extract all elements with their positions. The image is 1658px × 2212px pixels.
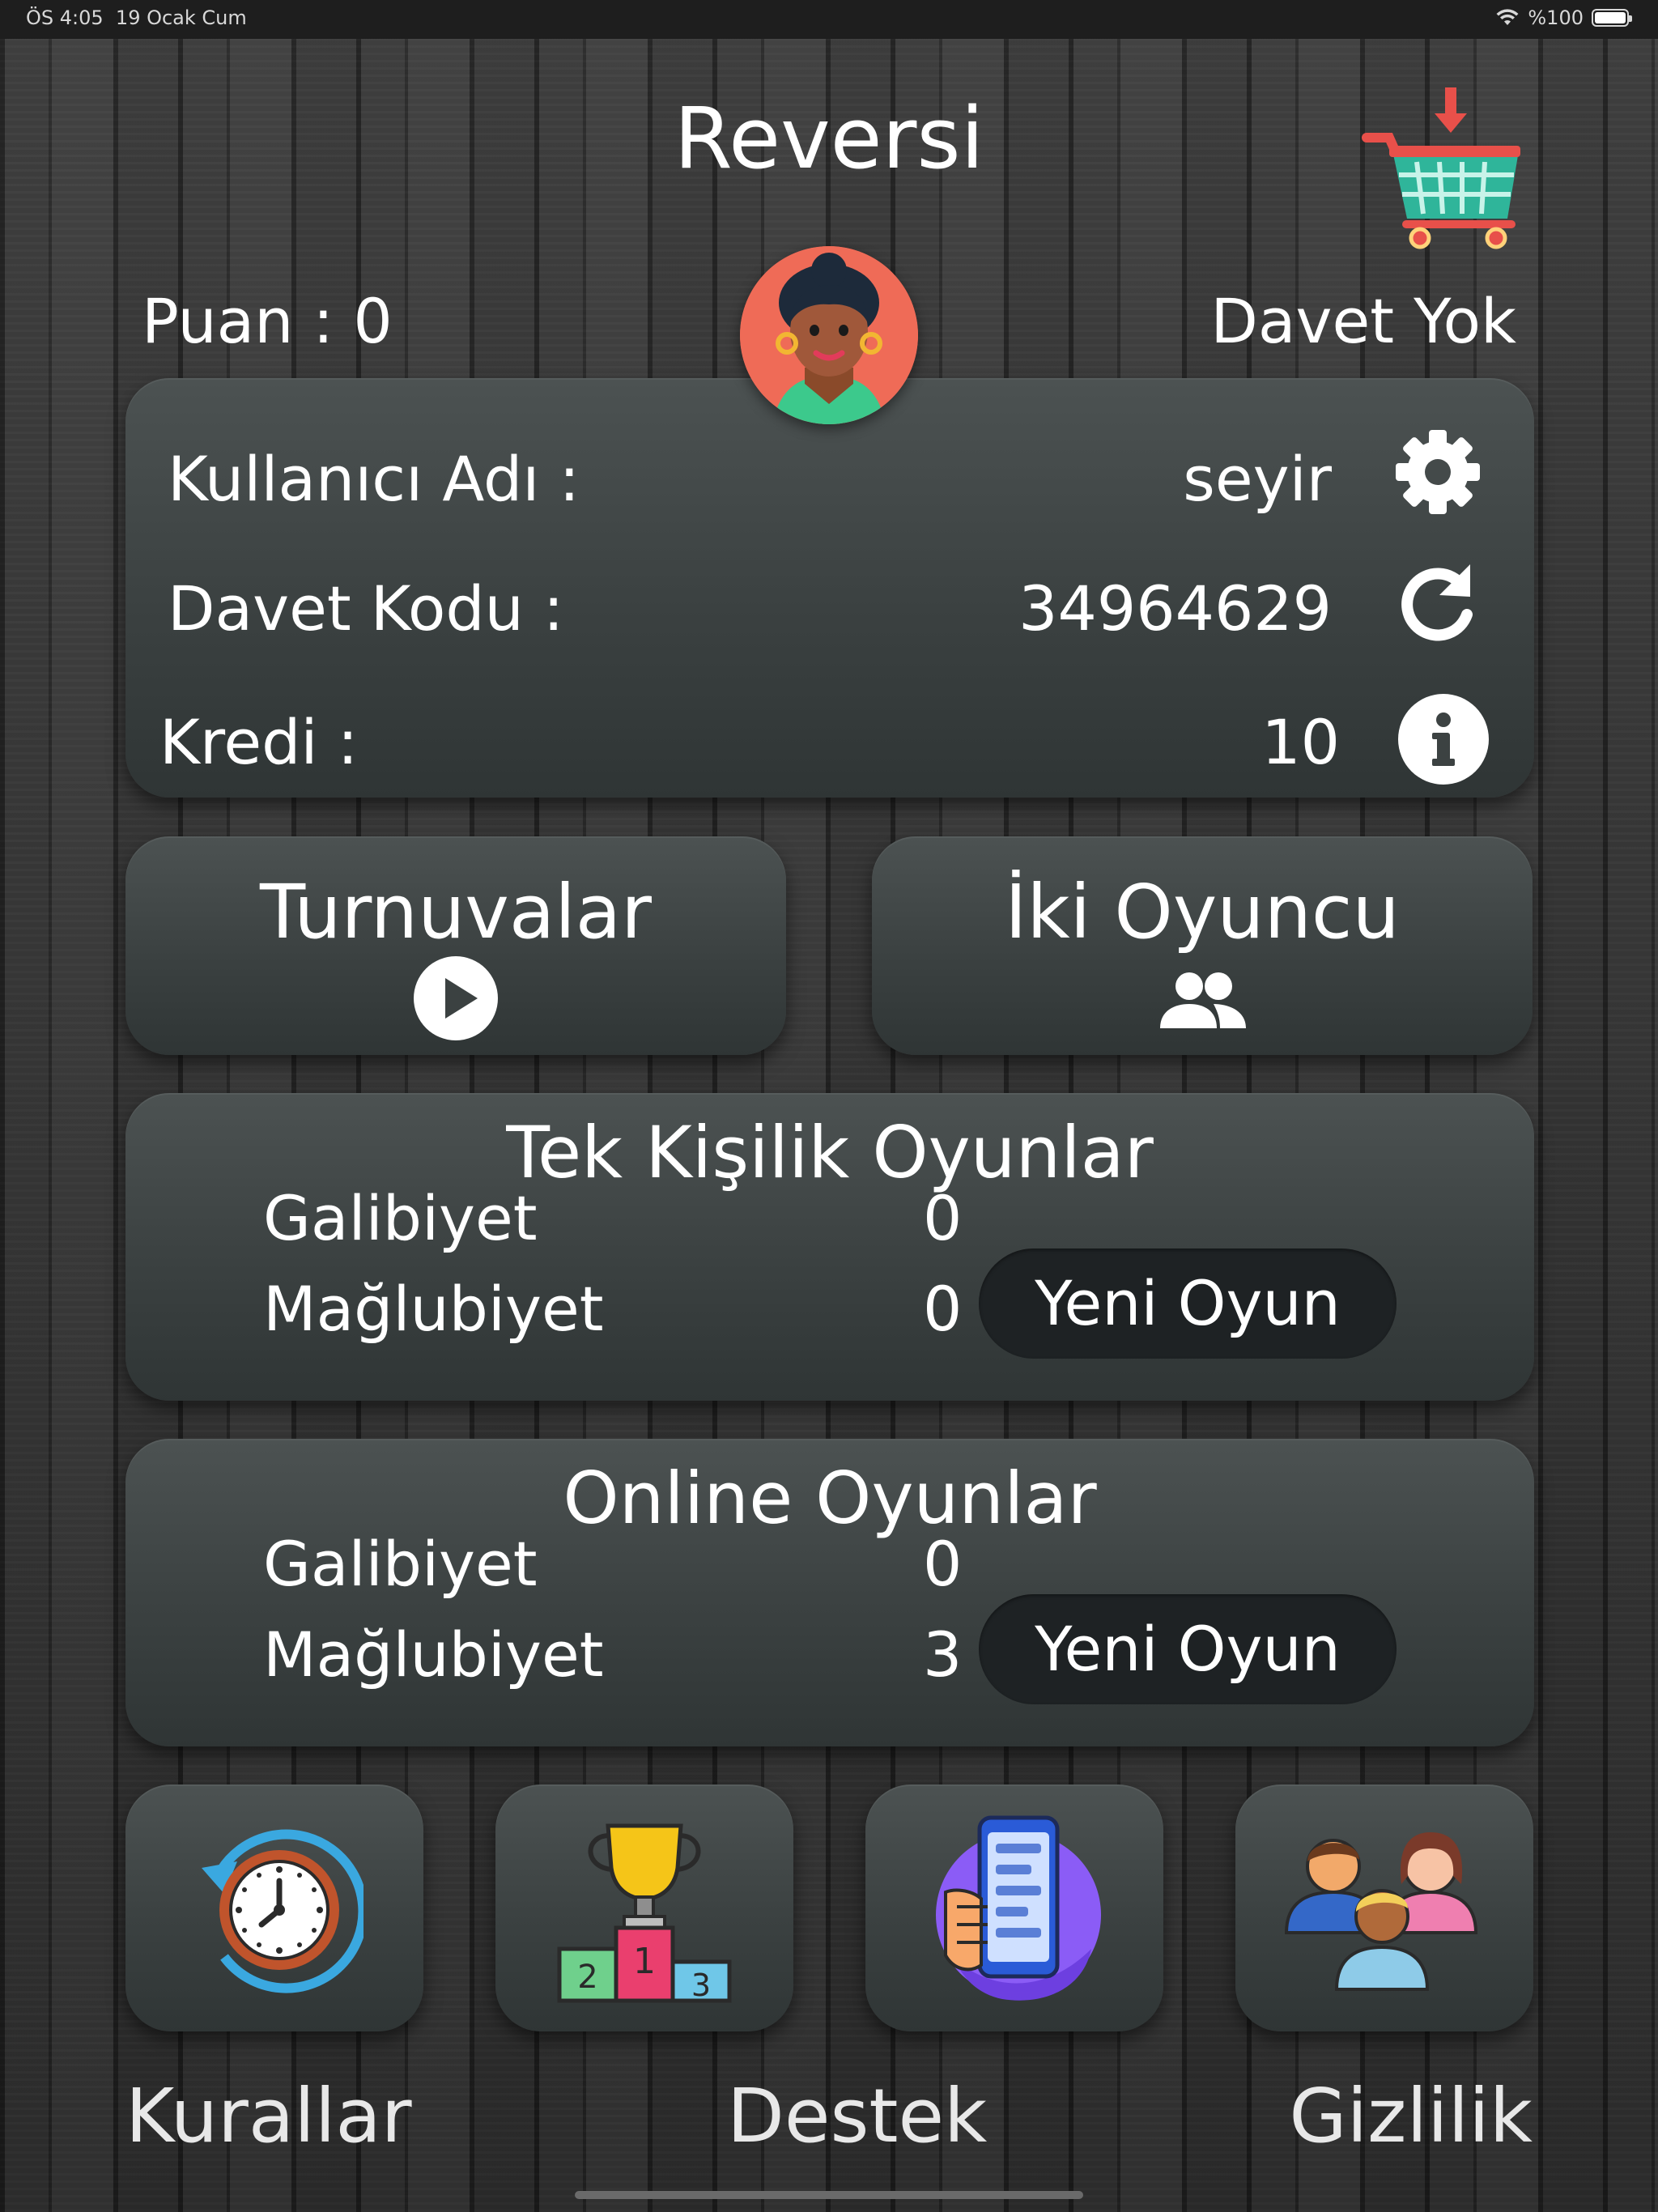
wifi-icon [1496,9,1519,25]
battery-percent: %100 [1528,6,1584,29]
svg-text:3: 3 [691,1967,711,2003]
cart-button[interactable] [1360,81,1522,251]
people-icon [1284,1831,1478,1991]
cart-icon [1362,87,1520,249]
rules-link[interactable]: Kurallar [125,2073,412,2159]
two-player-label: İki Oyuncu [1005,869,1400,955]
privacy-tile[interactable] [1235,1784,1533,2031]
rules-tile[interactable] [125,1784,423,2031]
online-losses-value: 3 [923,1619,963,1691]
online-new-game-button[interactable]: Yeni Oyun [979,1594,1397,1704]
status-clock: ÖS 4:05 [26,6,104,29]
username-label: Kullanıcı Adı : [168,443,580,515]
credit-value: 10 [1261,706,1340,778]
invite-code-label: Davet Kodu : [168,572,564,644]
play-icon [414,956,498,1040]
single-losses-value: 0 [923,1273,963,1345]
home-indicator[interactable] [575,2191,1083,2199]
single-wins-label: Galibiyet [263,1182,538,1254]
support-tile[interactable] [865,1784,1163,2031]
online-panel: Online Oyunlar Galibiyet 0 Mağlubiyet 3 … [125,1439,1534,1746]
phone-support-icon [936,1815,1101,2001]
avatar[interactable] [740,246,918,424]
tournaments-button[interactable]: Turnuvalar [125,836,786,1055]
support-link[interactable]: Destek [727,2073,987,2159]
settings-button[interactable] [1392,427,1483,517]
online-wins-label: Galibiyet [263,1528,538,1600]
single-player-panel: Tek Kişilik Oyunlar Galibiyet 0 Mağlubiy… [125,1093,1534,1401]
refresh-icon [1401,564,1473,641]
refresh-button[interactable] [1392,556,1483,647]
group-icon [1160,972,1246,1028]
battery-icon [1592,9,1632,27]
info-button[interactable] [1398,694,1489,785]
score-label: Puan : 0 [142,285,393,357]
clock-history-icon [202,1829,363,1993]
status-time: ÖS 4:05 19 Ocak Cum [26,6,247,29]
privacy-link[interactable]: Gizlilik [1289,2073,1533,2159]
status-right: %100 [1495,6,1632,29]
status-bar: ÖS 4:05 19 Ocak Cum %100 [0,0,1658,39]
single-wins-value: 0 [923,1182,963,1254]
two-player-button[interactable]: İki Oyuncu [872,836,1533,1055]
avatar-image [740,246,918,424]
online-losses-label: Mağlubiyet [263,1619,604,1691]
info-icon [1398,694,1489,785]
trophy-podium-icon: 1 2 3 [557,1823,732,2003]
svg-text:2: 2 [577,1959,597,1996]
single-new-game-button[interactable]: Yeni Oyun [979,1249,1397,1359]
invite-status[interactable]: Davet Yok [1210,285,1516,357]
tournaments-label: Turnuvalar [260,869,652,955]
invite-code-value: 34964629 [1018,572,1332,644]
profile-panel: Kullanıcı Adı : seyir Davet Kodu : 34964… [125,378,1534,798]
username-value: seyir [1183,443,1332,515]
leaderboard-tile[interactable]: 1 2 3 [495,1784,793,2031]
credit-label: Kredi : [159,706,359,778]
gear-icon [1396,430,1480,514]
svg-text:1: 1 [633,1941,656,1982]
single-losses-label: Mağlubiyet [263,1273,604,1345]
online-wins-value: 0 [923,1528,963,1600]
status-date: 19 Ocak Cum [115,6,247,29]
